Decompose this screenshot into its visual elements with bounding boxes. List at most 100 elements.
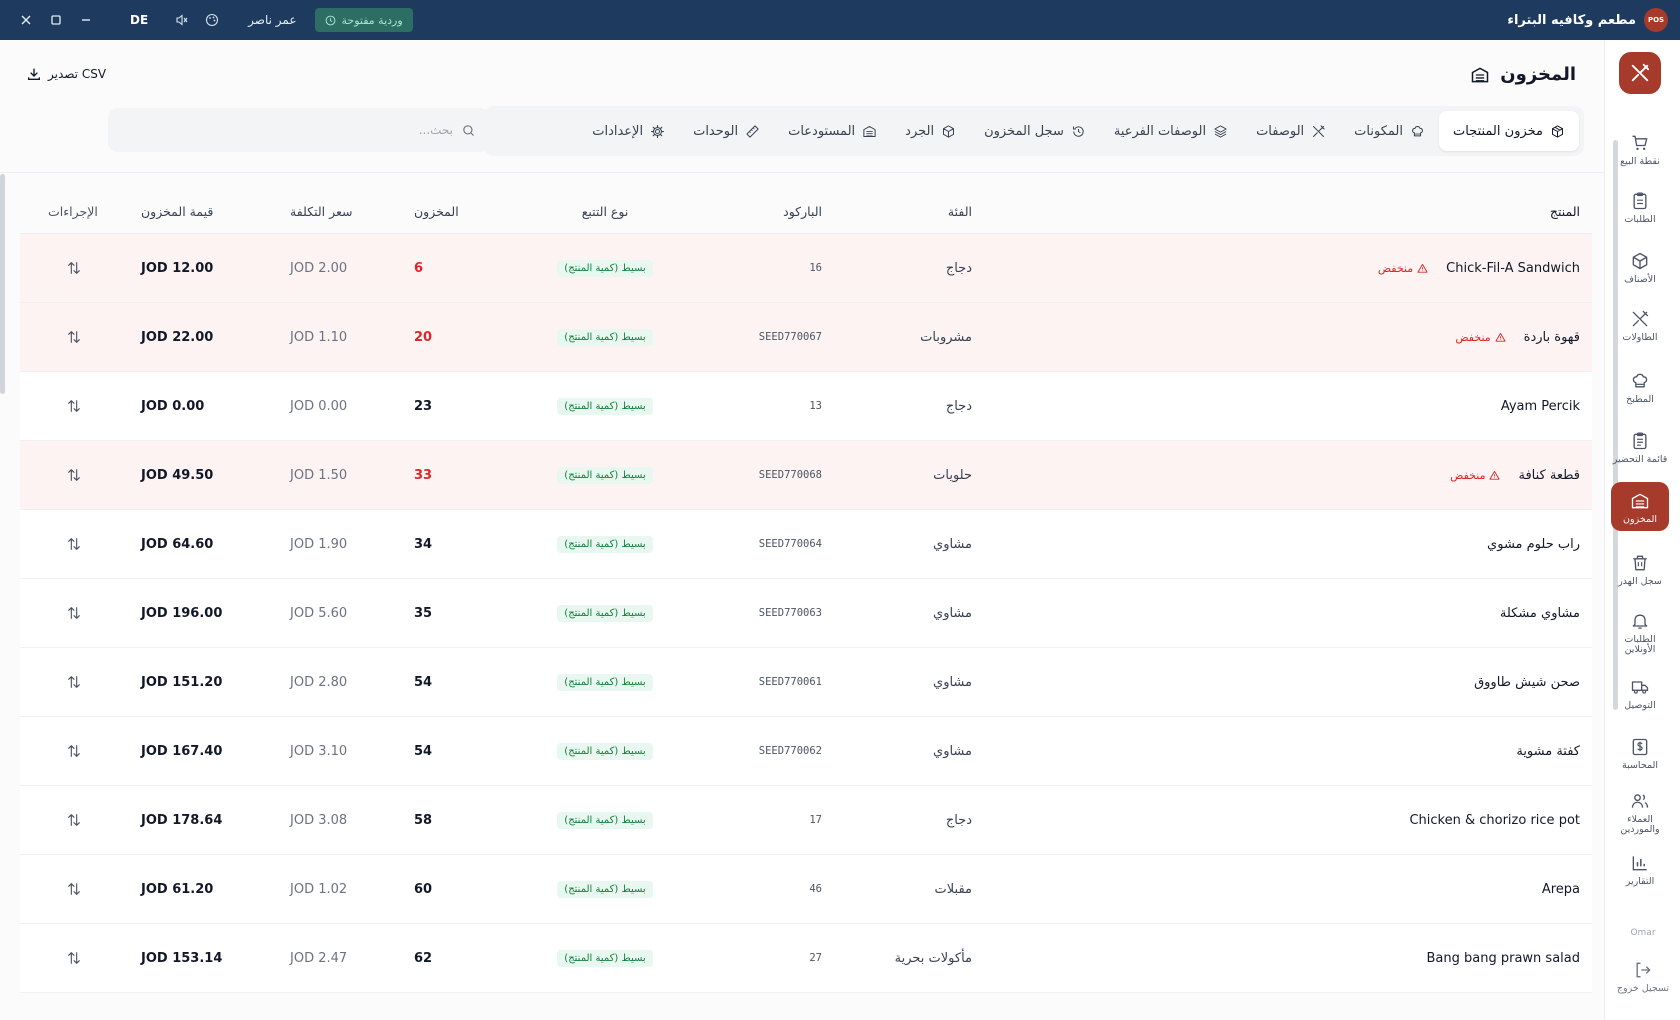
sidebar-item[interactable]: قائمة التحضير [1611, 430, 1669, 465]
table-row[interactable]: قهوة باردة منخفض مشروبات SEED770067 بسيط (كم… [20, 303, 1592, 372]
sidebar-item[interactable]: سجل الهدر [1611, 552, 1669, 587]
adjust-stock-button[interactable] [60, 234, 88, 302]
header-stock-value[interactable]: قيمة المخزون [141, 190, 213, 233]
stock-value-cell: JOD 151.20 [141, 674, 223, 690]
table-row[interactable]: كفتة مشوية مشاوي SEED770062 بسيط (كمية المن… [20, 717, 1592, 786]
sidebar-item[interactable]: المخزون [1611, 482, 1669, 532]
sidebar-item[interactable]: المحاسبة [1611, 736, 1669, 771]
table-row[interactable]: Chicken & chorizo rice pot دجاج 17 بسيط (كم… [20, 786, 1592, 855]
adjust-stock-button[interactable] [60, 303, 88, 371]
tab[interactable]: مخزون المنتجات [1438, 111, 1579, 151]
tracking-cell: بسيط (كمية المنتج) [553, 924, 657, 992]
tab[interactable]: الوصفات [1242, 111, 1340, 151]
table-row[interactable]: Arepa مقبلات 46 بسيط (كمية المنتج) 60 JOD 1.0… [20, 855, 1592, 924]
adjust-stock-button[interactable] [60, 579, 88, 647]
header-cost[interactable]: سعر التكلفة [290, 190, 353, 233]
sidebar-item[interactable]: نقطة البيع [1611, 132, 1669, 167]
table-row[interactable]: قطعة كنافة منخفض حلويات SEED770068 بسيط (كمي… [20, 441, 1592, 510]
header-product[interactable]: المنتج [1550, 190, 1580, 233]
header-barcode[interactable]: الباركود [783, 190, 822, 233]
stock-value-cell: JOD 153.14 [141, 950, 223, 966]
sidebar-item[interactable]: المطبخ [1611, 370, 1669, 405]
shift-status-label: وردية مفتوحة [341, 13, 403, 27]
product-cell: صحن شيش طاووق [1474, 648, 1580, 716]
close-icon[interactable] [18, 12, 34, 28]
swap-arrows-icon [68, 745, 80, 757]
app-logo: POS [1644, 8, 1668, 32]
adjust-stock-button[interactable] [60, 510, 88, 578]
shift-status-badge[interactable]: وردية مفتوحة [314, 8, 413, 32]
checklist-icon [1633, 432, 1647, 450]
palette-icon[interactable] [204, 12, 220, 28]
adjust-stock-button[interactable] [60, 855, 88, 923]
low-stock-badge: منخفض [1450, 469, 1501, 482]
adjust-stock-button[interactable] [60, 717, 88, 785]
sidebar-item[interactable]: الطلبات الأونلاين [1611, 610, 1669, 656]
stock-cell: 6 [414, 260, 424, 276]
layers-icon [1214, 124, 1227, 138]
sidebar-item-label: قائمة التحضير [1612, 454, 1668, 465]
warehouse-icon [1631, 493, 1649, 509]
sidebar-item[interactable]: الطلبات [1611, 190, 1669, 225]
adjust-stock-button[interactable] [60, 441, 88, 509]
language-toggle[interactable]: DE [130, 13, 148, 27]
tracking-badge: بسيط (كمية المنتج) [557, 673, 653, 691]
barcode-cell: SEED770067 [758, 331, 822, 343]
sidebar-item[interactable]: الطاولات [1611, 308, 1669, 343]
box-icon [1632, 252, 1648, 270]
adjust-stock-button[interactable] [60, 924, 88, 992]
product-cell: Chicken & chorizo rice pot [1409, 786, 1580, 854]
sidebar-item-label: المخزون [1623, 514, 1657, 525]
swap-arrows-icon [68, 538, 80, 550]
inventory-tabs: مخزون المنتجات المكونات الوصفات الوصفات الف… [484, 106, 1584, 156]
search-input[interactable] [133, 123, 453, 137]
tab[interactable]: سجل المخزون [970, 111, 1100, 151]
header-category[interactable]: الفئة [948, 190, 972, 233]
tab[interactable]: المستودعات [774, 111, 891, 151]
search-icon [463, 124, 474, 136]
tab[interactable]: المكونات [1340, 111, 1439, 151]
content-scrollbar[interactable] [0, 174, 5, 394]
header-tracking[interactable]: نوع التتبع [553, 190, 657, 233]
product-cell: قهوة باردة منخفض [1455, 303, 1580, 371]
bell-icon [1632, 614, 1648, 629]
product-name: كفتة مشوية [1516, 743, 1580, 759]
warning-icon [1417, 263, 1428, 273]
table-row[interactable]: Chick-Fil-A Sandwich منخفض دجاج 16 بسيط (كمي… [20, 234, 1592, 303]
table-row[interactable]: مشاوي مشكلة مشاوي SEED770063 بسيط (كمية الم… [20, 579, 1592, 648]
barcode-cell: SEED770068 [758, 469, 822, 481]
tab-label: الوصفات الفرعية [1113, 123, 1207, 139]
brand-logo-button[interactable] [1619, 52, 1661, 94]
sidebar-item[interactable]: الأصناف [1611, 250, 1669, 285]
adjust-stock-button[interactable] [60, 372, 88, 440]
stock-cell: 60 [414, 881, 433, 897]
mute-icon[interactable] [174, 12, 190, 28]
product-cell: قطعة كنافة منخفض [1450, 441, 1580, 509]
sidebar-item[interactable]: العملاء والموردين [1611, 790, 1669, 836]
table-row[interactable]: راب حلوم مشوي مشاوي SEED770064 بسيط (كمية ا… [20, 510, 1592, 579]
search-box[interactable] [108, 108, 490, 152]
barcode-cell: SEED770061 [758, 676, 822, 688]
tab[interactable]: الوحدات [679, 111, 774, 151]
category-cell: حلويات [933, 467, 972, 483]
sidebar-item[interactable]: التقارير [1611, 852, 1669, 887]
sidebar-item[interactable]: التوصيل [1611, 676, 1669, 711]
tab-label: المستودعات [788, 123, 856, 139]
cost-cell: JOD 3.10 [290, 743, 348, 759]
table-row[interactable]: صحن شيش طاووق مشاوي SEED770061 بسيط (كمية ا… [20, 648, 1592, 717]
adjust-stock-button[interactable] [60, 648, 88, 716]
logout-button[interactable]: تسجيل خروج [1605, 960, 1680, 994]
export-csv-button[interactable]: تصدير CSV [26, 66, 106, 82]
table-row[interactable]: Ayam Percik دجاج 13 بسيط (كمية المنتج) 23 JOD… [20, 372, 1592, 441]
tab[interactable]: الإعدادات [578, 111, 679, 151]
minimize-icon[interactable] [78, 12, 94, 28]
header-stock[interactable]: المخزون [414, 190, 459, 233]
table-row[interactable]: Bang bang prawn salad مأكولات بحرية 27 بسيط… [20, 924, 1592, 993]
tab[interactable]: الجرد [891, 111, 970, 151]
barcode-cell: 46 [809, 883, 822, 895]
adjust-stock-button[interactable] [60, 786, 88, 854]
maximize-icon[interactable] [48, 12, 64, 28]
tab[interactable]: الوصفات الفرعية [1100, 111, 1242, 151]
table-body: Chick-Fil-A Sandwich منخفض دجاج 16 بسيط (كمي… [20, 234, 1592, 993]
sidebar-item-label: الأصناف [1624, 274, 1656, 285]
